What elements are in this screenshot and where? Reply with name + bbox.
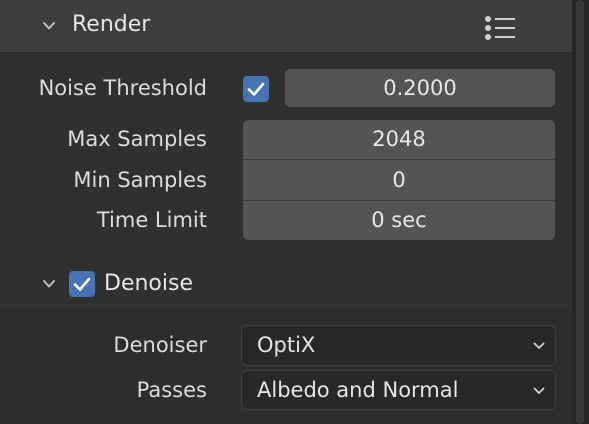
chevron-down-icon — [533, 387, 545, 394]
list-menu-icon[interactable] — [484, 15, 516, 41]
denoiser-value: OptiX — [257, 333, 316, 357]
passes-dropdown[interactable]: Albedo and Normal — [241, 370, 556, 410]
checkmark-icon — [73, 277, 91, 291]
time-limit-value: 0 sec — [371, 208, 427, 232]
max-samples-value: 2048 — [372, 127, 426, 151]
checkmark-icon — [247, 82, 265, 96]
denoise-panel-title: Denoise — [104, 271, 193, 296]
scrollbar[interactable] — [572, 0, 589, 424]
render-panel-header[interactable]: Render — [0, 0, 572, 53]
min-samples-value: 0 — [392, 168, 406, 192]
max-samples-label: Max Samples — [67, 127, 207, 151]
denoise-checkbox[interactable] — [69, 271, 95, 297]
denoiser-label: Denoiser — [113, 333, 207, 357]
noise-threshold-label: Noise Threshold — [38, 76, 207, 100]
time-limit-label: Time Limit — [96, 208, 207, 232]
passes-value: Albedo and Normal — [257, 378, 459, 402]
noise-threshold-checkbox[interactable] — [243, 76, 269, 102]
max-samples-field[interactable]: 2048 — [243, 120, 555, 159]
noise-threshold-field[interactable]: 0.2000 — [285, 69, 555, 107]
noise-threshold-value: 0.2000 — [383, 76, 457, 100]
render-panel-title: Render — [72, 12, 151, 37]
passes-label: Passes — [136, 378, 207, 402]
properties-panel: Render Noise Threshold 0.2000 Max Sample… — [0, 0, 572, 424]
denoiser-dropdown[interactable]: OptiX — [241, 325, 556, 366]
chevron-down-icon[interactable] — [43, 278, 55, 290]
chevron-down-icon — [533, 342, 545, 349]
min-samples-label: Min Samples — [73, 168, 207, 192]
min-samples-field[interactable]: 0 — [243, 159, 555, 200]
time-limit-field[interactable]: 0 sec — [243, 200, 555, 240]
chevron-down-icon — [43, 22, 55, 30]
scrollbar-thumb[interactable] — [576, 0, 584, 424]
